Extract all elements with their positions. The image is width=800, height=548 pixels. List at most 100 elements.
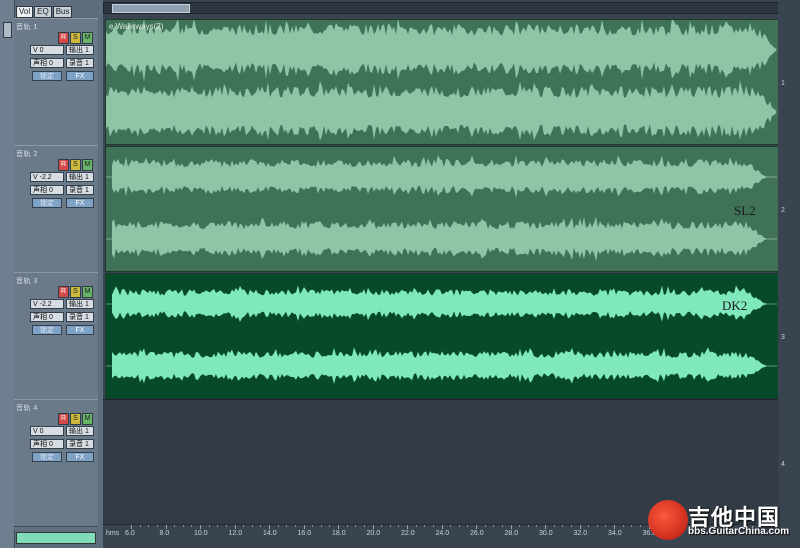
record-input-field[interactable]: 录音 1 xyxy=(66,58,94,68)
solo-button[interactable]: S xyxy=(70,286,81,298)
waveform-channel-2 xyxy=(106,80,776,141)
multitrack-view: e Walleways(2) SL2 DK2 hms 6.0 8.0 10.0 12.0 14… xyxy=(103,0,800,548)
track-control-2: 音轨 2 RSM V -2.2 输出 1 声相 0 录音 1 锁定 FX xyxy=(14,145,98,273)
mute-button[interactable]: M xyxy=(82,32,93,44)
track-name: 音轨 1 xyxy=(16,24,38,31)
audio-clip-2[interactable]: SL2 xyxy=(105,146,780,272)
ruler-major-tick xyxy=(579,525,581,529)
solo-button[interactable]: S xyxy=(70,159,81,171)
lane-number: 2 xyxy=(781,207,785,214)
ruler-major-tick xyxy=(614,525,615,529)
ruler-unit: hms xyxy=(106,530,120,537)
solo-button[interactable]: S xyxy=(70,32,81,44)
record-arm-button[interactable]: R xyxy=(58,159,69,171)
waveform xyxy=(106,20,777,141)
pan-field[interactable]: 声相 0 xyxy=(30,58,64,68)
ruler-minor-tick xyxy=(355,525,357,527)
output-field[interactable]: 输出 1 xyxy=(66,426,94,436)
ruler-tick-label: 12.0 xyxy=(228,530,243,537)
lock-button[interactable]: 锁定 xyxy=(32,198,62,208)
ruler-minor-tick xyxy=(389,525,391,527)
track-name: 音轨 3 xyxy=(16,278,38,285)
ruler-minor-tick xyxy=(415,525,417,527)
ruler-tick-label: 34.0 xyxy=(608,530,622,537)
ruler-minor-tick xyxy=(225,525,227,527)
track-control-4: 音轨 4 RSM V 0 输出 1 声相 0 录音 1 锁定 FX xyxy=(14,399,98,527)
tab-bus[interactable]: Bus xyxy=(52,6,73,18)
horizontal-scroll-thumb[interactable] xyxy=(112,4,190,13)
ruler-major-tick xyxy=(165,525,167,529)
ruler-minor-tick xyxy=(622,525,624,527)
record-input-field[interactable]: 录音 1 xyxy=(66,312,94,322)
lock-button[interactable]: 锁定 xyxy=(32,452,62,462)
ruler-minor-tick xyxy=(139,525,141,527)
tab-eq[interactable]: EQ xyxy=(34,6,52,18)
ruler-major-tick xyxy=(303,525,305,529)
clip-label: SL2 xyxy=(734,203,756,218)
ruler-minor-tick xyxy=(527,525,529,527)
ruler-minor-tick xyxy=(398,525,400,527)
ruler-minor-tick xyxy=(156,525,158,527)
watermark-url: bbs.GuitarChina.com xyxy=(688,526,790,537)
track-lanes: e Walleways(2) SL2 DK2 xyxy=(103,18,783,526)
lock-button[interactable]: 锁定 xyxy=(32,325,62,335)
volume-field[interactable]: V -2.2 xyxy=(30,172,64,182)
track-controls-scrollbar[interactable] xyxy=(16,532,96,544)
left-scroll-thumb[interactable] xyxy=(3,22,12,38)
pan-field[interactable]: 声相 0 xyxy=(30,312,64,322)
ruler-minor-tick xyxy=(312,525,314,527)
horizontal-scrollbar[interactable] xyxy=(103,2,779,14)
record-input-field[interactable]: 录音 1 xyxy=(66,185,94,195)
ruler-minor-tick xyxy=(243,525,245,527)
output-field[interactable]: 输出 1 xyxy=(66,299,94,309)
lock-button[interactable]: 锁定 xyxy=(32,71,62,81)
output-field[interactable]: 输出 1 xyxy=(66,45,94,55)
ruler-major-tick xyxy=(372,525,374,529)
record-arm-button[interactable]: R xyxy=(58,286,69,298)
ruler-minor-tick xyxy=(639,525,641,527)
audio-clip-1[interactable]: e Walleways(2) xyxy=(105,19,780,145)
track-lane-1[interactable]: e Walleways(2) xyxy=(103,18,783,145)
ruler-major-tick xyxy=(234,525,236,529)
ruler-minor-tick xyxy=(294,525,296,527)
mute-button[interactable]: M xyxy=(82,286,93,298)
mute-button[interactable]: M xyxy=(82,159,93,171)
ruler-minor-tick xyxy=(329,525,331,527)
ruler-minor-tick xyxy=(501,525,503,527)
volume-field[interactable]: V -2.2 xyxy=(30,299,64,309)
mute-button[interactable]: M xyxy=(82,413,93,425)
ruler-minor-tick xyxy=(424,525,426,527)
fx-button[interactable]: FX xyxy=(66,452,94,462)
ruler-minor-tick xyxy=(346,525,348,527)
pan-field[interactable]: 声相 0 xyxy=(30,439,64,449)
watermark: 吉他中国 bbs.GuitarChina.com xyxy=(648,500,798,546)
record-arm-button[interactable]: R xyxy=(58,413,69,425)
waveform-channel-1 xyxy=(106,20,776,82)
ruler-tick-label: 22.0 xyxy=(401,530,415,537)
volume-field[interactable]: V 0 xyxy=(30,45,64,55)
fx-button[interactable]: FX xyxy=(66,325,94,335)
record-arm-button[interactable]: R xyxy=(58,32,69,44)
waveform xyxy=(106,285,777,384)
ruler-minor-tick xyxy=(588,525,590,527)
ruler-minor-tick xyxy=(260,525,262,527)
solo-button[interactable]: S xyxy=(70,413,81,425)
tab-vol[interactable]: Vol xyxy=(16,6,34,18)
pan-field[interactable]: 声相 0 xyxy=(30,185,64,195)
track-lane-3[interactable]: DK2 xyxy=(103,272,783,399)
left-scrollbar[interactable] xyxy=(0,0,15,548)
fx-button[interactable]: FX xyxy=(66,71,94,81)
record-input-field[interactable]: 录音 1 xyxy=(66,439,94,449)
ruler-minor-tick xyxy=(562,525,564,527)
track-lane-2[interactable]: SL2 xyxy=(103,145,783,272)
waveform-channel-2 xyxy=(112,347,766,384)
lane-number: 4 xyxy=(781,461,785,468)
ruler-major-tick xyxy=(338,525,339,529)
volume-field[interactable]: V 0 xyxy=(30,426,64,436)
audio-clip-3[interactable]: DK2 xyxy=(105,273,780,399)
clip-label: DK2 xyxy=(722,298,748,313)
output-field[interactable]: 输出 1 xyxy=(66,172,94,182)
mode-tabs: Vol EQ Bus xyxy=(16,6,73,18)
ruler-major-tick xyxy=(269,525,270,529)
fx-button[interactable]: FX xyxy=(66,198,94,208)
